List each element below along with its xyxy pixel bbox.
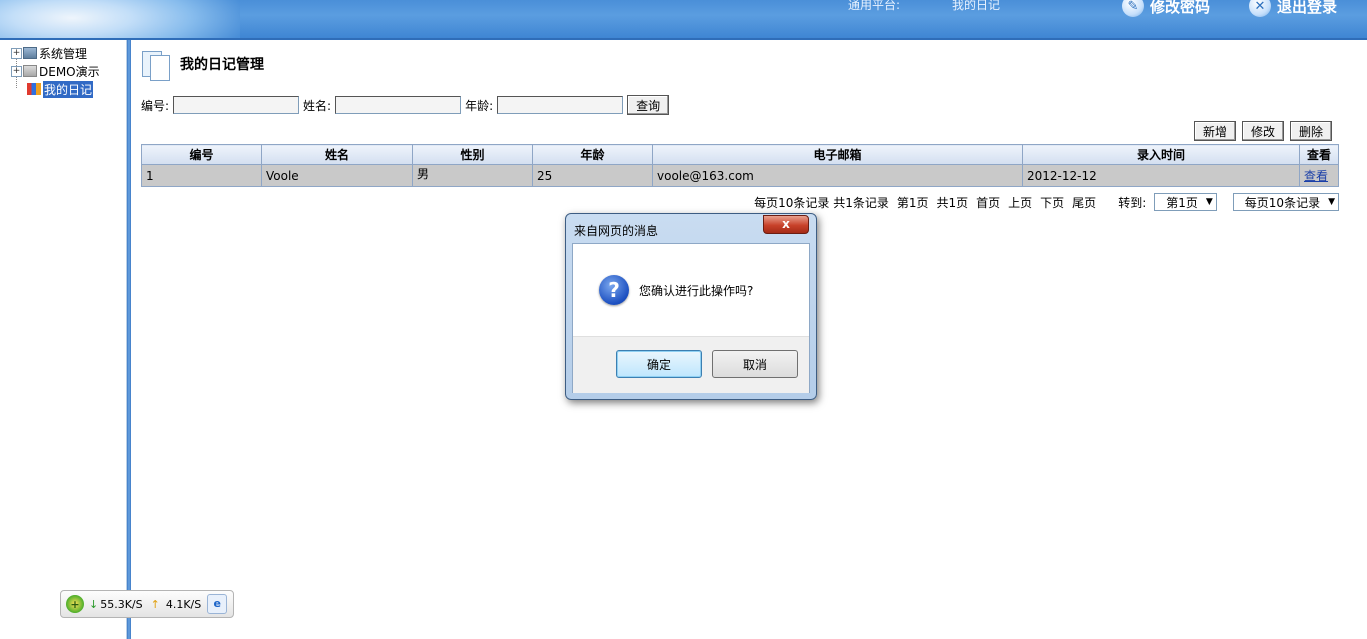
edit-button[interactable]: 修改 (1241, 121, 1284, 141)
column-header-view[interactable]: 查看 (1299, 144, 1339, 165)
browser-icon[interactable]: e (207, 594, 228, 614)
next-page-link[interactable]: 下页 (1040, 194, 1064, 211)
chevron-down-icon: ▼ (1205, 197, 1213, 207)
ok-button[interactable]: 确定 (616, 350, 702, 378)
page-title: 我的日记管理 (180, 57, 264, 73)
logout-button[interactable]: ✕ 退出登录 (1249, 0, 1337, 18)
id-input[interactable] (173, 96, 300, 114)
sidebar: + 系统管理 + DEMO演示 我的日记 (0, 40, 127, 639)
confirm-dialog: 来自网页的消息 x ? 您确认进行此操作吗? 确定 取消 (565, 213, 817, 400)
question-icon: ? (599, 275, 629, 305)
wrench-icon: ✎ (1122, 0, 1144, 17)
name-input[interactable] (335, 96, 462, 114)
pager-summary: 每页10条记录 共1条记录 (754, 195, 889, 210)
dialog-message: 您确认进行此操作吗? (639, 284, 754, 298)
cell-age: 25 (532, 164, 653, 187)
page-select[interactable]: 第1页 ▼ (1154, 193, 1217, 211)
column-header-email[interactable]: 电子邮箱 (652, 144, 1023, 165)
dialog-title: 来自网页的消息 (574, 224, 659, 238)
logout-label: 退出登录 (1277, 0, 1338, 16)
upload-arrow-icon: ↑ (150, 597, 160, 611)
column-header-gender[interactable]: 性别 (412, 144, 533, 165)
first-page-link[interactable]: 首页 (976, 194, 1000, 211)
cell-name: Voole (261, 164, 413, 187)
dialog-close-button[interactable]: x (763, 215, 809, 234)
page-size-select-value: 每页10条记录 (1244, 195, 1321, 210)
cell-gender: 男 (412, 164, 533, 187)
page-size-select[interactable]: 每页10条记录 ▼ (1232, 193, 1339, 211)
sidebar-splitter[interactable] (127, 40, 131, 639)
prev-page-link[interactable]: 上页 (1008, 194, 1032, 211)
id-label: 编号: (141, 98, 170, 113)
delete-button[interactable]: 删除 (1289, 121, 1332, 141)
platform-label: 通用平台: (848, 0, 901, 12)
sidebar-item-label: 我的日记 (43, 80, 94, 98)
chevron-down-icon: ▼ (1328, 197, 1335, 207)
folder-icon (23, 65, 37, 77)
cell-id: 1 (141, 164, 262, 187)
download-arrow-icon: ↓ (89, 597, 99, 611)
last-page-link[interactable]: 尾页 (1072, 194, 1096, 211)
pager-total: 共1页 (936, 195, 969, 210)
top-header: 通用平台: 我的日记 ✎ 修改密码 ✕ 退出登录 (0, 0, 1367, 38)
upload-speed: 4.1K/S (165, 597, 202, 611)
expand-icon[interactable]: + (11, 65, 22, 77)
dialog-footer: 确定 取消 (573, 336, 809, 393)
column-header-name[interactable]: 姓名 (261, 144, 413, 165)
cube-icon (27, 83, 41, 95)
age-label: 年龄: (465, 98, 494, 113)
accelerator-logo-icon: + (66, 595, 84, 613)
toolbar: 新增 修改 删除 (1193, 121, 1332, 141)
name-label: 姓名: (303, 98, 332, 113)
table-row[interactable]: 1 Voole 男 25 voole@163.com 2012-12-12 查看 (141, 164, 1339, 187)
expand-icon[interactable]: + (11, 47, 22, 59)
cancel-button[interactable]: 取消 (712, 350, 798, 378)
change-password-label: 修改密码 (1150, 0, 1211, 16)
documents-icon (142, 49, 170, 81)
header-globe-graphic (0, 0, 240, 38)
page-header: 我的日记管理 (142, 49, 264, 81)
age-input[interactable] (497, 96, 624, 114)
cell-time: 2012-12-12 (1022, 164, 1300, 187)
search-bar: 编号: 姓名: 年龄: 查询 (141, 95, 670, 115)
column-header-age[interactable]: 年龄 (532, 144, 653, 165)
diary-table: 编号 姓名 性别 年龄 电子邮箱 录入时间 查看 1 Voole 男 25 vo… (141, 144, 1339, 187)
sidebar-item-demo[interactable]: + DEMO演示 (11, 63, 100, 79)
close-icon: ✕ (1249, 0, 1271, 17)
change-password-button[interactable]: ✎ 修改密码 (1122, 0, 1210, 18)
pager: 每页10条记录 共1条记录 第1页 共1页 首页 上页 下页 尾页 转到: 第1… (746, 193, 1339, 211)
add-button[interactable]: 新增 (1193, 121, 1236, 141)
network-speed-widget[interactable]: + ↓ 55.3K/S ↑ 4.1K/S e (60, 590, 234, 618)
sidebar-item-label: DEMO演示 (39, 64, 100, 79)
column-header-id[interactable]: 编号 (141, 144, 262, 165)
cell-email: voole@163.com (652, 164, 1023, 187)
header-border (0, 38, 1367, 40)
query-button[interactable]: 查询 (627, 95, 670, 115)
view-link[interactable]: 查看 (1304, 169, 1328, 183)
column-header-time[interactable]: 录入时间 (1022, 144, 1300, 165)
goto-label: 转到: (1118, 195, 1147, 210)
sidebar-item-system[interactable]: + 系统管理 (11, 45, 87, 61)
current-module-label: 我的日记 (952, 0, 1001, 12)
cell-view: 查看 (1299, 164, 1339, 187)
download-speed: 55.3K/S (100, 597, 143, 611)
table-header-row: 编号 姓名 性别 年龄 电子邮箱 录入时间 查看 (141, 144, 1339, 165)
sidebar-item-diary[interactable]: 我的日记 (27, 80, 94, 98)
page-select-value: 第1页 (1166, 195, 1198, 210)
computer-icon (23, 47, 37, 59)
sidebar-item-label: 系统管理 (39, 46, 88, 61)
pager-current: 第1页 (896, 195, 929, 210)
dialog-body: ? 您确认进行此操作吗? 确定 取消 (572, 243, 810, 393)
